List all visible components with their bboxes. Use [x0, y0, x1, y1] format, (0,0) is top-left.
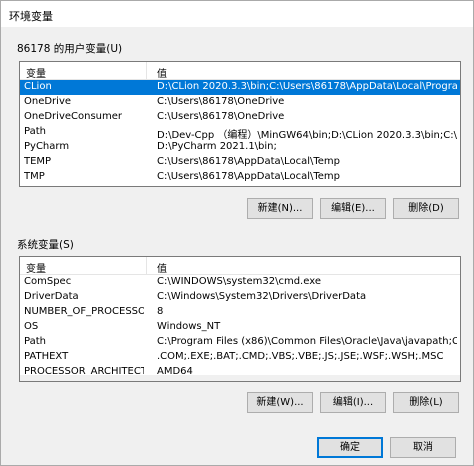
variable-name: DriverData	[24, 291, 79, 302]
environment-variables-dialog: 环境变量 86178 的用户变量(U) 变量 值 CLion D:\CLion …	[0, 0, 474, 466]
variable-value: C:\Users\86178\OneDrive	[157, 96, 285, 107]
variable-value: 8	[157, 306, 164, 317]
system-edit-button[interactable]: 编辑(I)...	[320, 392, 386, 413]
variable-name: OneDrive	[24, 96, 72, 107]
variable-value: C:\Users\86178\AppData\Local\Temp	[157, 171, 340, 182]
column-header-variable[interactable]: 变量	[26, 260, 46, 275]
variable-name: PATHEXT	[24, 351, 69, 362]
table-row[interactable]: DriverData C:\Windows\System32\Drivers\D…	[20, 290, 460, 305]
variable-name: TEMP	[24, 156, 52, 167]
system-new-button[interactable]: 新建(W)...	[247, 392, 313, 413]
variable-name: NUMBER_OF_PROCESSORS	[24, 306, 144, 317]
table-row[interactable]: PATHEXT .COM;.EXE;.BAT;.CMD;.VBS;.VBE;.J…	[20, 350, 460, 365]
user-delete-button[interactable]: 删除(D)	[393, 198, 459, 219]
column-divider[interactable]	[146, 257, 147, 275]
title-bar: 环境变量	[1, 1, 473, 27]
ok-button[interactable]: 确定	[317, 437, 383, 458]
variable-name: ComSpec	[24, 276, 72, 287]
table-row[interactable]: NUMBER_OF_PROCESSORS 8	[20, 305, 460, 320]
variable-name: TMP	[24, 171, 45, 182]
system-variables-list[interactable]: 变量 值 ComSpec C:\WINDOWS\system32\cmd.exe…	[19, 256, 461, 382]
variable-name: CLion	[24, 81, 52, 92]
variable-value: D:\CLion 2020.3.3\bin;C:\Users\86178\App…	[157, 81, 457, 92]
variable-name: OneDriveConsumer	[24, 111, 123, 122]
table-row[interactable]: OneDrive C:\Users\86178\OneDrive	[20, 95, 460, 110]
system-variables-label: 系统变量(S)	[17, 239, 74, 251]
user-variables-label: 86178 的用户变量(U)	[17, 43, 123, 55]
variable-name: PyCharm	[24, 141, 70, 152]
variable-name: Path	[24, 336, 46, 347]
table-row[interactable]: TEMP C:\Users\86178\AppData\Local\Temp	[20, 155, 460, 170]
variable-value: C:\Users\86178\AppData\Local\Temp	[157, 156, 340, 167]
variable-value: C:\Program Files (x86)\Common Files\Orac…	[157, 336, 457, 347]
table-row[interactable]: OneDriveConsumer C:\Users\86178\OneDrive	[20, 110, 460, 125]
table-row[interactable]: TMP C:\Users\86178\AppData\Local\Temp	[20, 170, 460, 185]
variable-value: C:\WINDOWS\system32\cmd.exe	[157, 276, 321, 287]
variable-value: D:\Dev-Cpp （编程）\MinGW64\bin;D:\CLion 202…	[157, 130, 457, 141]
column-header-variable[interactable]: 变量	[26, 65, 46, 80]
variable-value: D:\PyCharm 2021.1\bin;	[157, 141, 277, 152]
variable-value: C:\Windows\System32\Drivers\DriverData	[157, 291, 367, 302]
table-row[interactable]: Path C:\Program Files (x86)\Common Files…	[20, 335, 460, 350]
variable-name: Path	[24, 126, 46, 137]
table-row[interactable]: Path D:\Dev-Cpp （编程）\MinGW64\bin;D:\CLio…	[20, 125, 460, 141]
table-row[interactable]: PyCharm D:\PyCharm 2021.1\bin;	[20, 140, 460, 155]
table-row[interactable]: ComSpec C:\WINDOWS\system32\cmd.exe	[20, 275, 460, 290]
variable-value: Windows_NT	[157, 321, 221, 332]
variable-value: .COM;.EXE;.BAT;.CMD;.VBS;.VBE;.JS;.JSE;.…	[157, 351, 444, 362]
window-title: 环境变量	[9, 10, 53, 23]
horizontal-scrollbar[interactable]	[20, 375, 460, 381]
column-header-value[interactable]: 值	[157, 65, 167, 80]
column-header-value[interactable]: 值	[157, 260, 167, 275]
cancel-button[interactable]: 取消	[390, 437, 456, 458]
variable-value: C:\Users\86178\OneDrive	[157, 111, 285, 122]
table-row[interactable]: CLion D:\CLion 2020.3.3\bin;C:\Users\861…	[20, 80, 460, 95]
user-variables-header: 变量 值	[20, 62, 460, 80]
column-divider[interactable]	[146, 62, 147, 80]
variable-name: OS	[24, 321, 39, 332]
user-new-button[interactable]: 新建(N)...	[247, 198, 313, 219]
user-variables-list[interactable]: 变量 值 CLion D:\CLion 2020.3.3\bin;C:\User…	[19, 61, 461, 187]
system-variables-header: 变量 值	[20, 257, 460, 275]
user-edit-button[interactable]: 编辑(E)...	[320, 198, 386, 219]
system-delete-button[interactable]: 删除(L)	[393, 392, 459, 413]
table-row[interactable]: OS Windows_NT	[20, 320, 460, 335]
